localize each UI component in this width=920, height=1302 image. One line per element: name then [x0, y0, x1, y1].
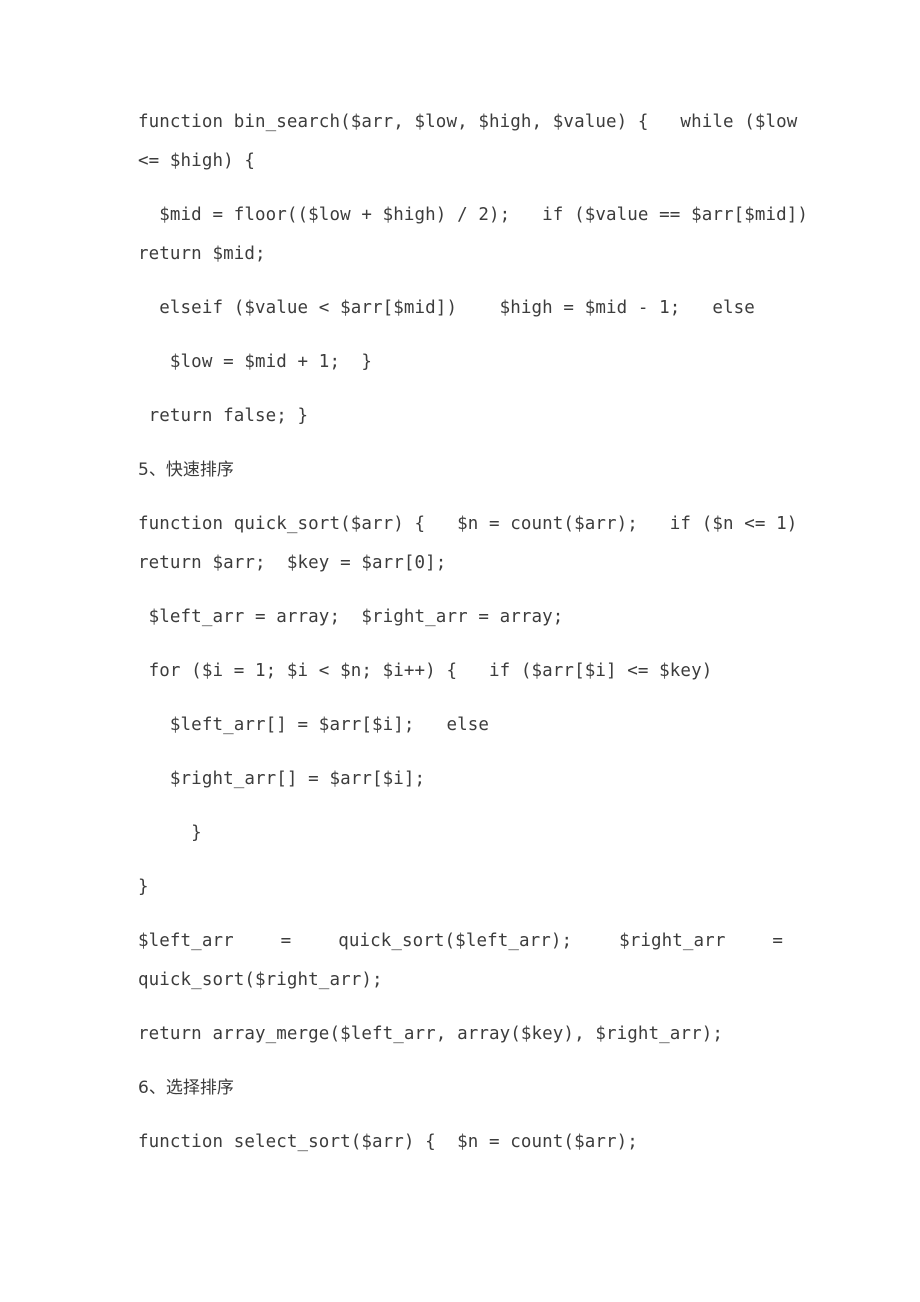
code-paragraph-quick-sort-1: function quick_sort($arr) { $n = count($… — [138, 505, 798, 583]
code-paragraph-bin-search-2: $mid = floor(($low + $high) / 2); if ($v… — [138, 196, 809, 274]
heading-text: 6、选择排序 — [138, 1078, 234, 1098]
code-paragraph-quick-sort-2: $left_arr = array; $right_arr = array; — [138, 598, 783, 637]
code-paragraph-bin-search-4: $low = $mid + 1; } — [138, 343, 783, 382]
code-line: return $mid; — [138, 244, 266, 264]
code-line: for ($i = 1; $i < $n; $i++) { if ($arr[$… — [138, 661, 713, 681]
code-segment: quick_sort($left_arr); — [338, 931, 573, 951]
code-paragraph-bin-search-5: return false; } — [138, 397, 783, 436]
code-line: function bin_search($arr, $low, $high, $… — [138, 112, 798, 132]
code-line: $mid = floor(($low + $high) / 2); if ($v… — [138, 205, 809, 225]
code-paragraph-quick-sort-9: return array_merge($left_arr, array($key… — [138, 1015, 783, 1054]
code-line: elseif ($value < $arr[$mid]) $high = $mi… — [138, 298, 755, 318]
code-line: $right_arr[] = $arr[$i]; — [138, 769, 426, 789]
code-segment: = — [280, 931, 292, 951]
code-line: } — [138, 823, 202, 843]
code-paragraph-quick-sort-8: $left_arr = quick_sort($left_arr); $righ… — [138, 922, 783, 1000]
heading-text: 5、快速排序 — [138, 460, 234, 480]
section-heading-select-sort: 6、选择排序 — [138, 1069, 783, 1108]
code-segment: = — [772, 931, 783, 951]
code-line: return false; } — [138, 406, 309, 426]
code-line: function quick_sort($arr) { $n = count($… — [138, 514, 798, 534]
code-paragraph-quick-sort-6: } — [138, 814, 783, 853]
code-line: return array_merge($left_arr, array($key… — [138, 1024, 723, 1044]
document-body: function bin_search($arr, $low, $high, $… — [138, 103, 809, 1162]
code-line: quick_sort($right_arr); — [138, 970, 383, 990]
code-segment: $right_arr — [619, 931, 726, 951]
code-paragraph-select-sort-1: function select_sort($arr) { $n = count(… — [138, 1123, 783, 1162]
code-paragraph-quick-sort-5: $right_arr[] = $arr[$i]; — [138, 760, 783, 799]
code-paragraph-quick-sort-3: for ($i = 1; $i < $n; $i++) { if ($arr[$… — [138, 652, 783, 691]
code-paragraph-bin-search-1: function bin_search($arr, $low, $high, $… — [138, 103, 798, 181]
document-page: function bin_search($arr, $low, $high, $… — [0, 0, 920, 1302]
code-line: <= $high) { — [138, 151, 255, 171]
code-line: $left_arr[] = $arr[$i]; else — [138, 715, 489, 735]
code-line: $left_arr = array; $right_arr = array; — [138, 607, 564, 627]
code-line: $low = $mid + 1; } — [138, 352, 372, 372]
code-segment: $left_arr — [138, 931, 234, 951]
code-paragraph-quick-sort-7: } — [138, 868, 783, 907]
section-heading-quick-sort: 5、快速排序 — [138, 451, 783, 490]
code-line: function select_sort($arr) { $n = count(… — [138, 1132, 638, 1152]
code-line-justified: $left_arr = quick_sort($left_arr); $righ… — [138, 922, 783, 961]
code-paragraph-quick-sort-4: $left_arr[] = $arr[$i]; else — [138, 706, 783, 745]
code-paragraph-bin-search-3: elseif ($value < $arr[$mid]) $high = $mi… — [138, 289, 783, 328]
code-line: } — [138, 877, 149, 897]
code-line: return $arr; $key = $arr[0]; — [138, 553, 447, 573]
